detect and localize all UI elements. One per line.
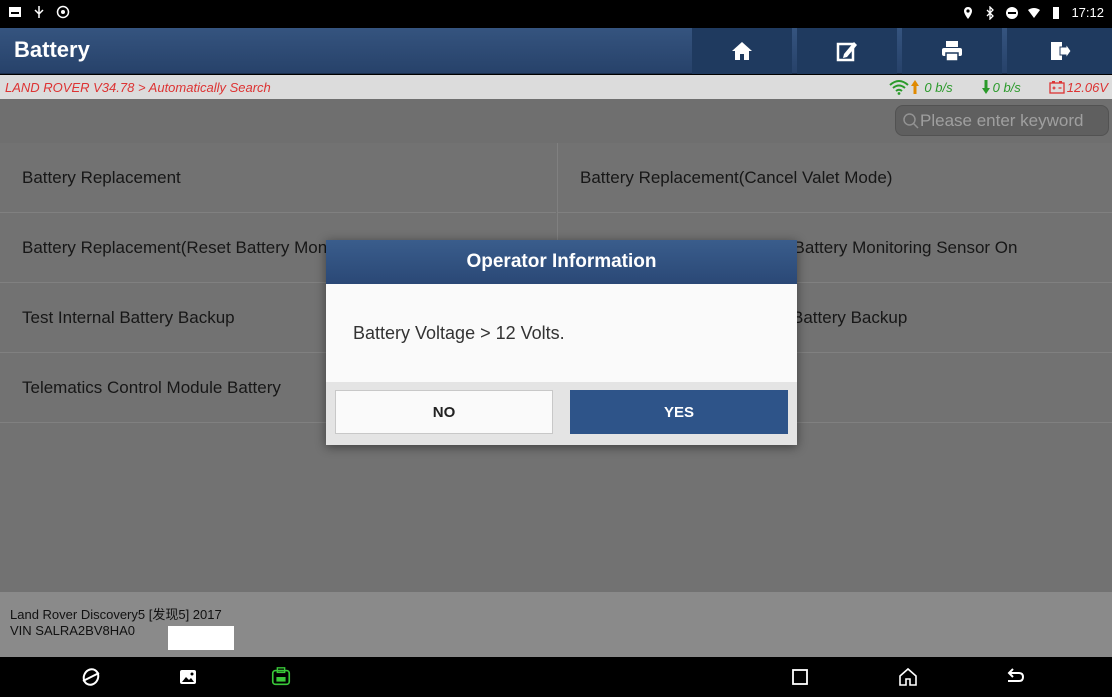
- vehicle-model: Land Rover Discovery5 [发现5] 2017: [10, 607, 222, 622]
- vci-icon[interactable]: [270, 666, 292, 688]
- back-icon[interactable]: [1004, 666, 1026, 688]
- home-button[interactable]: [692, 28, 792, 74]
- title-bar: Battery: [0, 28, 1112, 74]
- download-arrow-icon: [981, 80, 990, 94]
- print-icon: [942, 41, 962, 62]
- wifi-signal-icon: [889, 80, 910, 95]
- breadcrumb: LAND ROVER V34.78 > Automatically Search: [5, 80, 271, 95]
- yes-button[interactable]: YES: [570, 390, 788, 434]
- recent-apps-icon[interactable]: [789, 666, 811, 688]
- battery-voltage: 12.06V: [1066, 79, 1108, 95]
- download-rate: 0 b/s: [992, 79, 1021, 95]
- settings-app-icon: [56, 5, 70, 19]
- browser-icon[interactable]: [80, 666, 102, 688]
- exit-button[interactable]: [1007, 28, 1112, 74]
- print-button[interactable]: [902, 28, 1002, 74]
- status-bar-right: 17:12: [961, 5, 1104, 20]
- connection-status: 0 b/s 0 b/s 12.06V: [888, 79, 1108, 95]
- vin-redaction: [168, 626, 234, 650]
- page-title: Battery: [14, 37, 90, 62]
- home-icon: [732, 42, 752, 60]
- upload-rate: 0 b/s: [924, 79, 953, 95]
- bluetooth-icon: [986, 5, 995, 20]
- operator-information-dialog: Operator Information Battery Voltage > 1…: [326, 240, 797, 445]
- dialog-message: Battery Voltage > 12 Volts.: [326, 284, 797, 382]
- home-nav-icon[interactable]: [897, 666, 919, 688]
- upload-arrow-icon: [911, 80, 920, 94]
- wifi-icon: [1028, 7, 1041, 18]
- clock: 17:12: [1071, 5, 1104, 20]
- edit-icon: [836, 42, 857, 62]
- dialog-title: Operator Information: [326, 240, 797, 284]
- edit-button[interactable]: [797, 28, 897, 74]
- vehicle-vin: VIN SALRA2BV8HA0: [10, 623, 136, 638]
- dialog-footer: NO YES: [326, 382, 797, 445]
- status-bar: 17:12: [0, 0, 1112, 28]
- navigation-bar: [0, 657, 1112, 697]
- breadcrumb-bar: LAND ROVER V34.78 > Automatically Search…: [0, 75, 1112, 99]
- dnd-icon: [1006, 6, 1019, 19]
- notification-icon: [9, 7, 21, 17]
- battery-icon: [1053, 6, 1060, 19]
- usb-icon: [34, 6, 44, 18]
- vehicle-info: Land Rover Discovery5 [发现5] 2017 VIN SAL…: [0, 592, 1112, 657]
- battery-voltage-icon: [1049, 81, 1065, 94]
- exit-icon: [1050, 42, 1072, 60]
- status-bar-left: [8, 5, 70, 19]
- gallery-icon[interactable]: [177, 666, 199, 688]
- no-button[interactable]: NO: [335, 390, 553, 434]
- location-icon: [964, 6, 973, 19]
